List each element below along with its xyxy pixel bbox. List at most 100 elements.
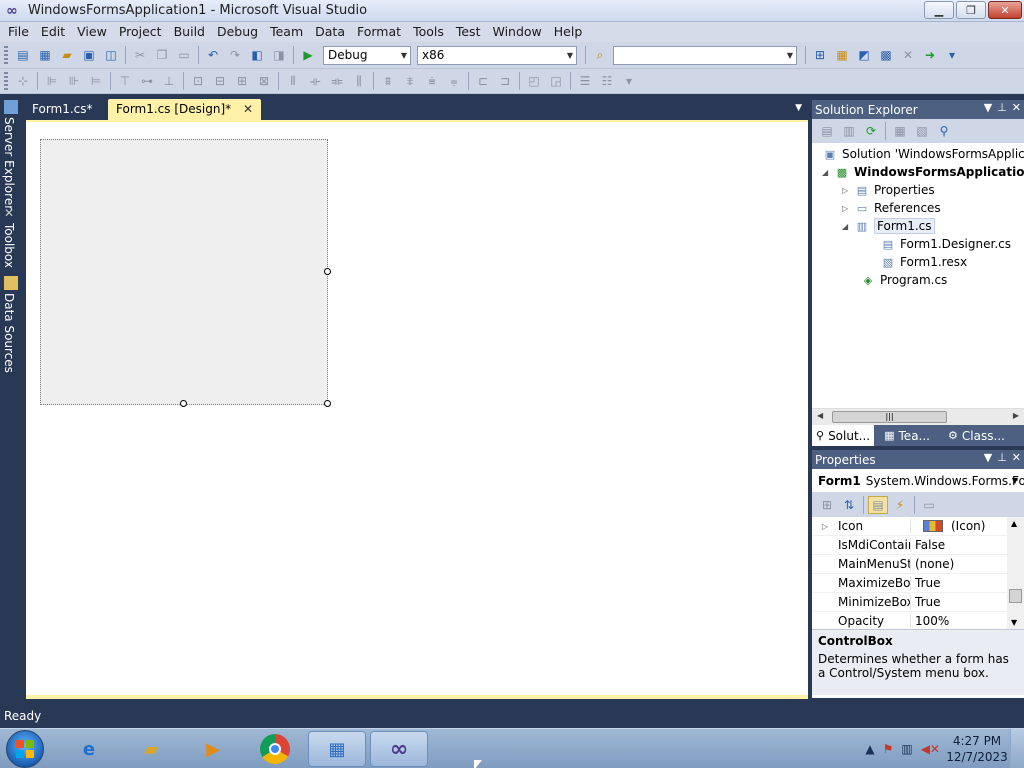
find-combo[interactable]: ▼ — [613, 45, 797, 65]
send-to-back-icon[interactable]: ◲ — [546, 72, 566, 90]
close-button[interactable]: ✕ — [988, 1, 1022, 19]
paste-icon[interactable]: ▭ — [174, 46, 194, 64]
copy-icon[interactable]: ❐ — [152, 46, 172, 64]
decrease-vertical-spacing-icon[interactable]: ⩧ — [422, 72, 442, 90]
tree-node-properties[interactable]: ▷ ▤ Properties — [842, 181, 935, 199]
categorized-icon[interactable]: ⊞ — [817, 496, 837, 514]
property-row[interactable]: ▷ Icon (Icon) — [812, 517, 1008, 536]
make-vertical-spacing-equal-icon[interactable]: ⩩ — [378, 72, 398, 90]
undo-icon[interactable]: ↶ — [203, 46, 223, 64]
property-row[interactable]: IsMdiContain False — [812, 536, 1008, 555]
tab-solution-explorer[interactable]: ⚲ Solut... — [812, 425, 875, 446]
media-player-icon[interactable]: ▶ — [184, 731, 242, 767]
align-to-grid-icon[interactable]: ⊹ — [13, 72, 33, 90]
align-middles-icon[interactable]: ⊶ — [137, 72, 157, 90]
redo-icon[interactable]: ↷ — [225, 46, 245, 64]
volume-muted-icon[interactable]: ◀✕ — [921, 742, 940, 756]
restore-button[interactable]: ❐ — [956, 1, 986, 19]
show-hidden-icons-icon[interactable]: ▲ — [865, 742, 874, 756]
menu-edit[interactable]: Edit — [35, 22, 71, 42]
decrease-horizontal-spacing-icon[interactable]: ⟚ — [327, 72, 347, 90]
menu-project[interactable]: Project — [113, 22, 168, 42]
cut-icon[interactable]: ✂ — [130, 46, 150, 64]
collapse-arrow-icon[interactable]: ◢ — [842, 222, 854, 231]
property-row[interactable]: MainMenuStr (none) — [812, 555, 1008, 574]
align-lefts-icon[interactable]: ⊫ — [42, 72, 62, 90]
start-button[interactable] — [6, 730, 44, 768]
menu-window[interactable]: Window — [486, 22, 547, 42]
events-icon[interactable]: ⚡ — [890, 496, 910, 514]
network-icon[interactable]: ▥ — [901, 742, 912, 756]
menu-data[interactable]: Data — [309, 22, 351, 42]
expand-arrow-icon[interactable]: ▷ — [812, 522, 838, 531]
menu-build[interactable]: Build — [168, 22, 211, 42]
scroll-up-icon[interactable]: ▲ — [1011, 519, 1017, 528]
expand-arrow-icon[interactable]: ▷ — [842, 186, 854, 195]
form-designer-canvas[interactable] — [26, 120, 808, 699]
visual-studio-taskbar-icon[interactable]: ∞ — [370, 731, 428, 767]
action-center-icon[interactable]: ⚑ — [883, 742, 894, 756]
navigate-forward-icon[interactable]: ◨ — [269, 46, 289, 64]
scrollbar-thumb[interactable] — [1009, 589, 1022, 603]
window-position-icon[interactable]: ▼ — [984, 101, 992, 114]
tree-node-solution[interactable]: ▣ Solution 'WindowsFormsApplica — [822, 145, 1024, 163]
center-horizontally-icon[interactable]: ⊏ — [473, 72, 493, 90]
save-all-icon[interactable]: ◫ — [101, 46, 121, 64]
tree-node-program[interactable]: ◈ Program.cs — [860, 271, 948, 289]
toolbar-options-icon[interactable]: ▾ — [942, 46, 962, 64]
server-explorer-tab[interactable]: Server Explorer — [2, 100, 20, 210]
property-row[interactable]: MaximizeBox True — [812, 574, 1008, 593]
center-vertically-icon[interactable]: ⊐ — [495, 72, 515, 90]
new-project-icon[interactable]: ▤ — [13, 46, 33, 64]
window-position-icon[interactable]: ▼ — [984, 451, 992, 464]
tree-node-form1[interactable]: ◢ ▥ Form1.cs — [842, 217, 935, 235]
solution-configuration-select[interactable]: Debug ▼ — [323, 45, 411, 65]
menu-view[interactable]: View — [71, 22, 113, 42]
make-same-height-icon[interactable]: ⊟ — [210, 72, 230, 90]
internet-explorer-icon[interactable]: e — [60, 731, 118, 767]
increase-vertical-spacing-icon[interactable]: ⩨ — [400, 72, 420, 90]
tab-form1-design[interactable]: Form1.cs [Design]* ✕ — [108, 99, 262, 120]
make-same-width-icon[interactable]: ⊡ — [188, 72, 208, 90]
tab-order-icon[interactable]: ☰ — [575, 72, 595, 90]
collapse-arrow-icon[interactable]: ◢ — [822, 168, 834, 177]
view-code-icon[interactable]: ▦ — [890, 122, 910, 140]
auto-hide-pin-icon[interactable]: ⊥ — [997, 101, 1007, 114]
scrollbar-thumb[interactable]: ||| — [832, 411, 947, 423]
file-explorer-icon[interactable]: ▰ — [122, 731, 180, 767]
size-to-grid-icon[interactable]: ⊠ — [254, 72, 274, 90]
clock[interactable]: 4:27 PM 12/7/2023 — [944, 733, 1010, 765]
show-all-files-icon[interactable]: ▥ — [839, 122, 859, 140]
resize-handle-right[interactable] — [324, 268, 331, 275]
increase-horizontal-spacing-icon[interactable]: ⟛ — [305, 72, 325, 90]
properties-view-icon[interactable]: ▤ — [868, 496, 888, 514]
object-selector[interactable]: Form1 System.Windows.Forms.Fo ▼ — [812, 469, 1024, 493]
properties-window-icon[interactable]: ▦ — [832, 46, 852, 64]
auto-hide-pin-icon[interactable]: ⊥ — [997, 451, 1007, 464]
form1-design-surface[interactable] — [40, 139, 328, 405]
make-same-size-icon[interactable]: ⊞ — [232, 72, 252, 90]
horizontal-scrollbar[interactable]: ◀ ||| ▶ — [812, 408, 1024, 425]
menu-format[interactable]: Format — [351, 22, 407, 42]
property-row[interactable]: Opacity 100% — [812, 612, 1008, 631]
menu-tools[interactable]: Tools — [407, 22, 450, 42]
close-panel-icon[interactable]: ✕ — [1012, 101, 1021, 114]
toolbox-icon[interactable]: ▩ — [876, 46, 896, 64]
data-sources-tab[interactable]: Data Sources — [2, 276, 20, 373]
chrome-icon[interactable] — [246, 731, 304, 767]
refresh-icon[interactable]: ⟳ — [861, 122, 881, 140]
solution-platform-select[interactable]: x86 ▼ — [417, 45, 577, 65]
lock-controls-icon[interactable]: ☷ — [597, 72, 617, 90]
show-desktop-button[interactable] — [1010, 729, 1024, 768]
remove-vertical-spacing-icon[interactable]: ⩦ — [444, 72, 464, 90]
add-item-icon[interactable]: ▦ — [35, 46, 55, 64]
toolbox-tab[interactable]: ✕ Toolbox — [2, 206, 20, 268]
tree-node-references[interactable]: ▷ ▭ References — [842, 199, 941, 217]
open-file-icon[interactable]: ▰ — [57, 46, 77, 64]
expand-arrow-icon[interactable]: ▷ — [842, 204, 854, 213]
resize-handle-bottom-right[interactable] — [324, 400, 331, 407]
resize-handle-bottom[interactable] — [180, 400, 187, 407]
tab-form1-code[interactable]: Form1.cs* — [24, 99, 101, 120]
save-icon[interactable]: ▣ — [79, 46, 99, 64]
align-centers-icon[interactable]: ⊪ — [64, 72, 84, 90]
